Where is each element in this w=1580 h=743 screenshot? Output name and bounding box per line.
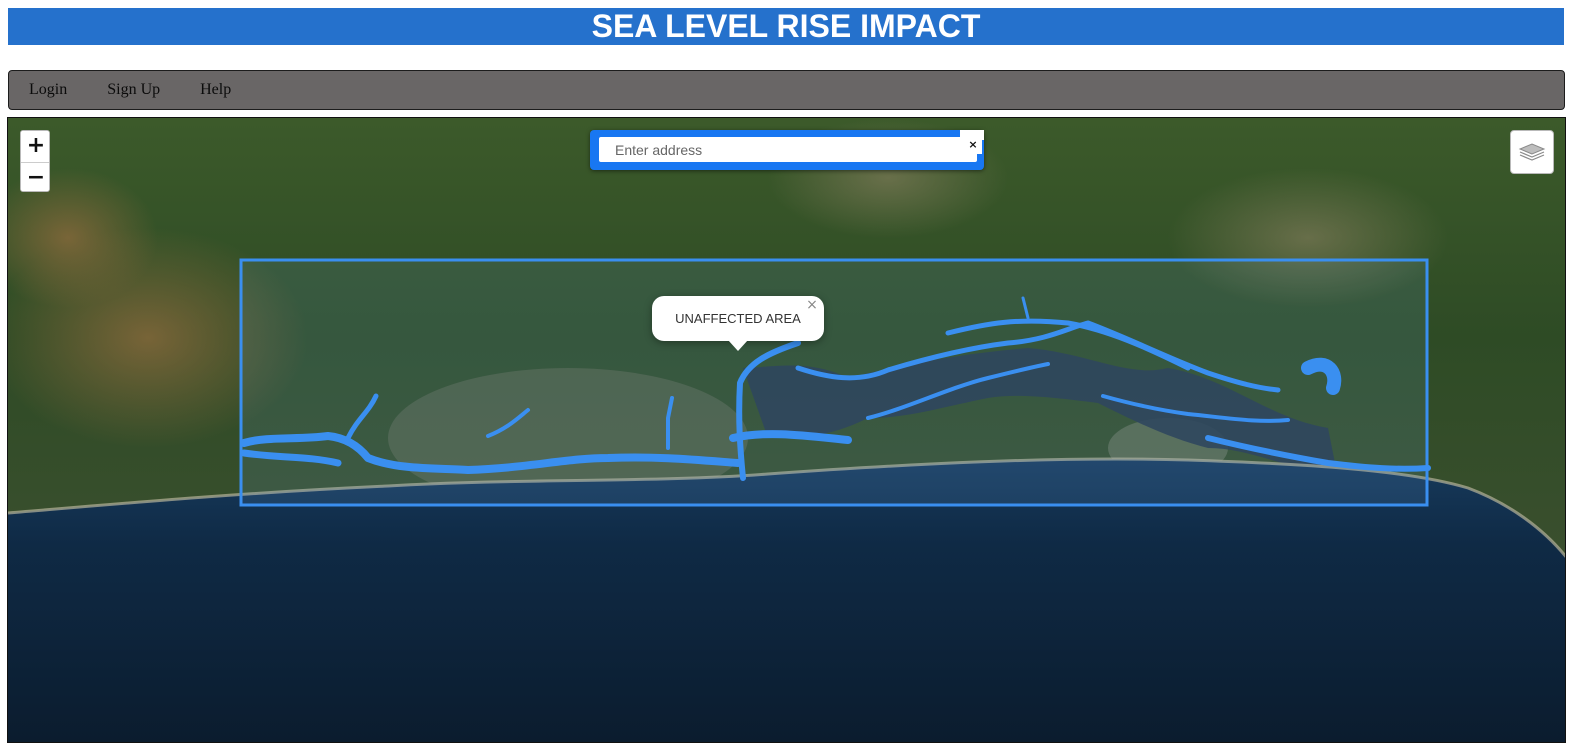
navbar: Login Sign Up Help [8,70,1565,110]
address-search-input[interactable] [599,137,977,162]
zoom-control: + − [20,130,50,192]
nav-signup-link[interactable]: Sign Up [107,70,160,110]
popup-tip [728,340,748,351]
layers-icon [1518,143,1546,161]
page-title: SEA LEVEL RISE IMPACT [8,8,1564,45]
map-view[interactable]: + − × UNAFFECTED AREA × [7,117,1566,743]
zoom-out-button[interactable]: − [21,162,49,191]
satellite-basemap [8,118,1565,742]
search-clear-button[interactable]: × [964,136,982,154]
popup-close-button[interactable]: × [804,297,820,313]
nav-help-link[interactable]: Help [200,70,231,110]
map-popup: UNAFFECTED AREA × [652,296,824,351]
nav-login-link[interactable]: Login [29,70,67,110]
layers-control-button[interactable] [1510,130,1554,174]
popup-text: UNAFFECTED AREA [675,311,801,326]
address-search: × [590,130,984,170]
zoom-in-button[interactable]: + [21,131,49,162]
